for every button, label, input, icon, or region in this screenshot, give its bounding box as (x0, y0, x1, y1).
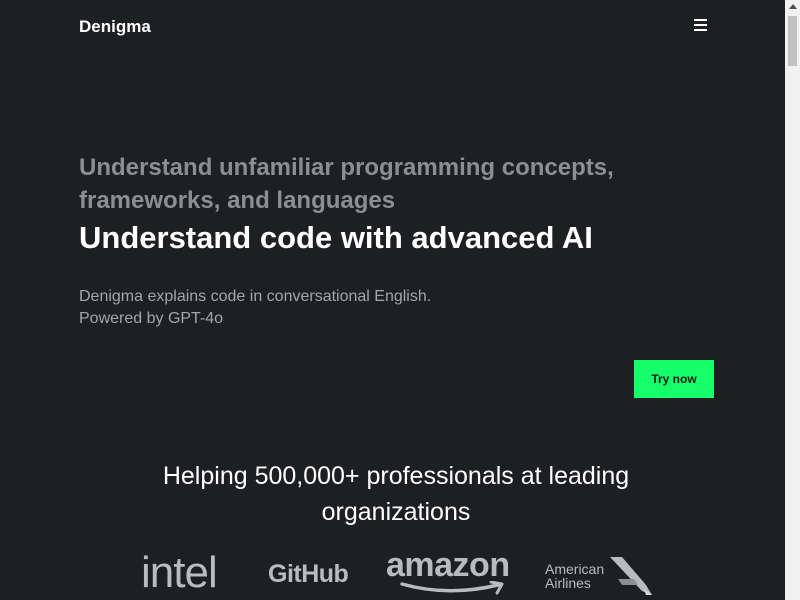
american-airlines-eagle-icon (610, 557, 652, 595)
github-logo: GitHub (268, 560, 349, 588)
menu-bar-bottom (693, 29, 707, 31)
brand-logo[interactable]: Denigma (79, 17, 151, 37)
menu-bar-middle (693, 24, 707, 26)
hero-title: Understand code with advanced AI (79, 220, 593, 255)
intel-logo: intel (141, 548, 218, 597)
hero-subtitle: Understand unfamiliar programming concep… (79, 154, 614, 214)
try-now-button[interactable]: Try now (634, 360, 714, 398)
american-airlines-line-1: American (545, 561, 605, 577)
hero-description: Denigma explains code in conversational … (79, 286, 431, 330)
amazon-smile-icon (400, 581, 504, 595)
scroll-up-arrow-icon[interactable] (789, 4, 797, 9)
american-airlines-logo: American Airlines (545, 562, 604, 590)
amazon-logo: amazon (386, 546, 510, 584)
hamburger-menu-icon[interactable] (690, 15, 710, 35)
hero-description-line-1: Denigma explains code in conversational … (79, 288, 432, 305)
social-proof-heading: Helping 500,000+ professionals at leadin… (162, 462, 630, 526)
scrollbar-thumb[interactable] (788, 16, 797, 66)
page: Denigma Understand unfamiliar programmin… (0, 0, 785, 600)
american-airlines-line-2: Airlines (545, 575, 591, 591)
hero-description-line-2: Powered by GPT-4o (79, 310, 224, 327)
menu-bar-top (693, 19, 707, 21)
page-scrollbar[interactable] (785, 0, 800, 600)
